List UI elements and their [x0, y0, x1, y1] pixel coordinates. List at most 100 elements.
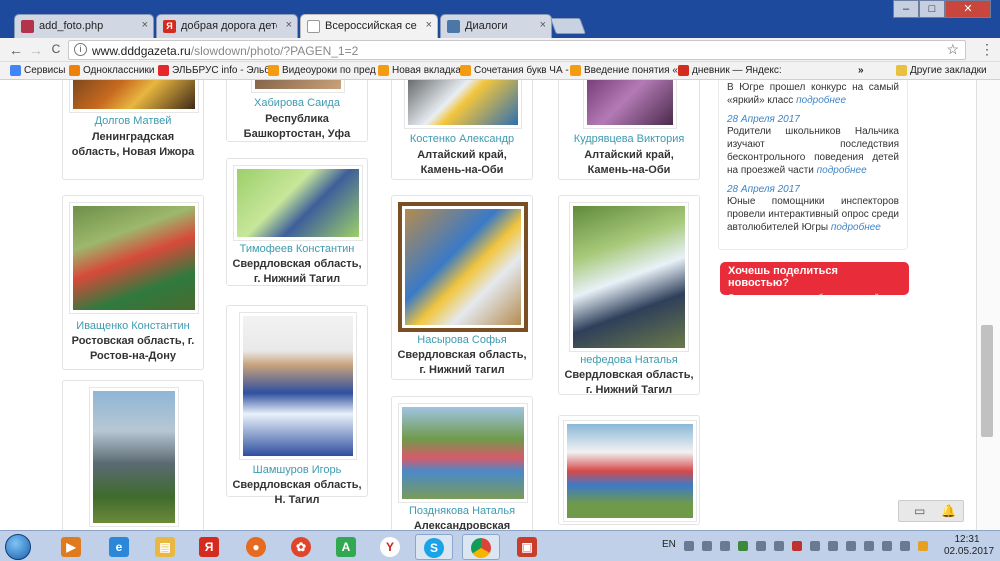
- forward-icon[interactable]: →: [28, 42, 44, 58]
- photo-card[interactable]: [62, 380, 204, 530]
- scrollbar-thumb[interactable]: [981, 325, 993, 437]
- participant-name[interactable]: Иващенко Константин: [63, 320, 203, 332]
- taskbar-app-7[interactable]: A: [327, 534, 365, 560]
- tab-close-icon[interactable]: ×: [540, 19, 546, 31]
- news-more-link[interactable]: подробнее: [796, 95, 846, 106]
- bookmark-new-tab[interactable]: Новая вкладка: [378, 65, 461, 76]
- bookmark-letters[interactable]: Сочетания букв ЧА -: [460, 65, 569, 76]
- photo-thumbnail[interactable]: [583, 80, 677, 129]
- tray-icon[interactable]: [756, 541, 766, 551]
- taskbar-app-internet-explorer[interactable]: e: [100, 534, 138, 560]
- tab-close-icon[interactable]: ×: [286, 19, 292, 31]
- tray-icon[interactable]: [792, 541, 802, 551]
- taskbar-app-file-explorer[interactable]: ▤: [146, 534, 184, 560]
- tab-close-icon[interactable]: ×: [426, 19, 432, 31]
- photo-thumbnail[interactable]: [398, 202, 528, 332]
- chat-icon[interactable]: ▭: [914, 504, 925, 518]
- bookmark-other[interactable]: Другие закладки: [896, 65, 987, 76]
- photo-card[interactable]: Позднякова Наталья Александровская: [391, 396, 533, 530]
- bookmark-introduction[interactable]: Введение понятия «: [570, 65, 678, 76]
- tray-icon[interactable]: [684, 541, 694, 551]
- photo-card[interactable]: Шамшуров Игорь Свердловская область, Н. …: [226, 305, 368, 506]
- photo-thumbnail[interactable]: [251, 80, 345, 93]
- photo-thumbnail[interactable]: [69, 80, 199, 113]
- tray-icon[interactable]: [918, 541, 928, 551]
- taskbar-app-chrome[interactable]: [462, 534, 500, 560]
- tab-yandex-search[interactable]: Я добрая дорога детства ×: [156, 14, 298, 38]
- photo-thumbnail[interactable]: [239, 312, 357, 460]
- bookmark-diary[interactable]: дневник — Яндекс:: [678, 65, 782, 76]
- bookmark-star-icon[interactable]: ☆: [946, 41, 959, 58]
- photo-card[interactable]: Насырова Софья Свердловская область, г. …: [391, 195, 533, 380]
- language-indicator[interactable]: EN: [662, 539, 676, 550]
- bell-icon[interactable]: 🔔: [941, 504, 956, 518]
- tab-add-foto[interactable]: add_foto.php ×: [14, 14, 154, 38]
- news-more-link[interactable]: подробнее: [831, 222, 881, 233]
- photo-thumbnail[interactable]: [563, 420, 697, 522]
- participant-name[interactable]: Насырова Софья: [392, 334, 532, 346]
- tray-icon[interactable]: [828, 541, 838, 551]
- photo-card[interactable]: Долгов Матвей Ленинградская область, Нов…: [62, 80, 204, 180]
- tray-icon[interactable]: [774, 541, 784, 551]
- participant-name[interactable]: Шамшуров Игорь: [227, 464, 367, 476]
- photo-thumbnail[interactable]: [69, 202, 199, 314]
- bookmark-odnoklassniki[interactable]: Одноклассники: [69, 65, 154, 76]
- taskbar-app-yandex-browser[interactable]: Y: [371, 534, 409, 560]
- photo-card[interactable]: Иващенко Константин Ростовская область, …: [62, 195, 204, 370]
- participant-name[interactable]: Хабирова Саида: [227, 97, 367, 109]
- bluetooth-icon[interactable]: [810, 541, 820, 551]
- maximize-button[interactable]: □: [919, 0, 945, 18]
- photo-thumbnail[interactable]: [398, 403, 528, 503]
- news-more-link[interactable]: подробнее: [817, 165, 867, 176]
- minimize-button[interactable]: ‒: [893, 0, 919, 18]
- tray-icon[interactable]: [738, 541, 748, 551]
- photo-thumbnail[interactable]: [233, 165, 363, 241]
- tray-icon[interactable]: [702, 541, 712, 551]
- browser-menu-icon[interactable]: ⋮: [980, 41, 994, 58]
- close-window-button[interactable]: ✕: [945, 0, 991, 18]
- photo-thumbnail[interactable]: [89, 387, 179, 527]
- tray-icon[interactable]: [720, 541, 730, 551]
- tray-icon[interactable]: [864, 541, 874, 551]
- reload-icon[interactable]: C: [48, 42, 64, 56]
- url-input[interactable]: i www.dddgazeta.ru/slowdown/photo/?PAGEN…: [68, 40, 966, 60]
- volume-icon[interactable]: [882, 541, 892, 551]
- participant-name[interactable]: Позднякова Наталья: [392, 505, 532, 517]
- participant-name[interactable]: Костенко Александр: [392, 133, 532, 145]
- network-icon[interactable]: [900, 541, 910, 551]
- taskbar-app-firefox[interactable]: ●: [237, 534, 275, 560]
- bookmark-elbrus[interactable]: ЭЛЬБРУС info - Эльб: [158, 65, 270, 76]
- participant-name[interactable]: Кудрявцева Виктория: [559, 133, 699, 145]
- photo-card[interactable]: Кудрявцева Виктория Алтайский край, Каме…: [558, 80, 700, 180]
- info-icon[interactable]: i: [74, 43, 87, 56]
- back-icon[interactable]: ←: [8, 42, 24, 58]
- photo-card[interactable]: [558, 415, 700, 525]
- taskbar-app-11[interactable]: ▣: [508, 534, 546, 560]
- participant-name[interactable]: Тимофеев Константин: [227, 243, 367, 255]
- clock[interactable]: 12:31 02.05.2017: [944, 534, 994, 558]
- photo-card[interactable]: нефедова Наталья Свердловская область, г…: [558, 195, 700, 396]
- photo-card[interactable]: Хабирова Саида Республика Башкортостан, …: [226, 80, 368, 142]
- participant-name[interactable]: нефедова Наталья: [559, 354, 699, 366]
- bookmarks-overflow-icon[interactable]: »: [858, 65, 864, 76]
- start-button[interactable]: [5, 534, 31, 560]
- photo-thumbnail[interactable]: [569, 202, 689, 352]
- share-news-banner[interactable]: Хочешь поделиться новостью? Самое интере…: [720, 262, 909, 302]
- tray-icon[interactable]: [846, 541, 856, 551]
- photo-card[interactable]: Костенко Александр Алтайский край, Камен…: [391, 80, 533, 180]
- taskbar-app-skype[interactable]: S: [415, 534, 453, 560]
- bookmark-videouroki[interactable]: Видеоуроки по пред: [268, 65, 376, 76]
- participant-name[interactable]: Долгов Матвей: [63, 115, 203, 127]
- taskbar-app-media-player[interactable]: ▶: [52, 534, 90, 560]
- taskbar-app-yandex[interactable]: Я: [190, 534, 228, 560]
- photo-card[interactable]: Тимофеев Константин Свердловская область…: [226, 158, 368, 286]
- tab-dialogs[interactable]: Диалоги ×: [440, 14, 552, 38]
- bookmark-services[interactable]: Сервисы: [10, 65, 65, 76]
- tab-current-page[interactable]: Всероссийская семейна ×: [300, 14, 438, 38]
- photo-thumbnail[interactable]: [404, 80, 522, 129]
- tab-close-icon[interactable]: ×: [142, 19, 148, 31]
- new-tab-button[interactable]: [550, 18, 586, 34]
- taskbar-app-6[interactable]: ✿: [282, 534, 320, 560]
- share-title[interactable]: Хочешь поделиться новостью?: [728, 265, 901, 289]
- page-scrollbar[interactable]: [976, 80, 1000, 530]
